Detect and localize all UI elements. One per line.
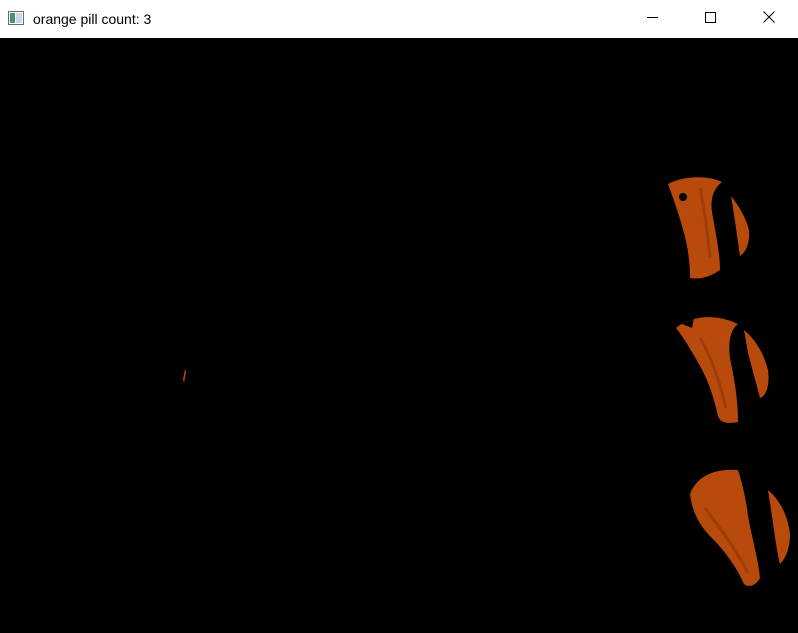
minimize-icon — [646, 10, 658, 28]
close-button[interactable] — [740, 0, 798, 38]
close-icon — [763, 10, 775, 28]
minimize-button[interactable] — [623, 0, 681, 38]
maximize-icon — [704, 10, 716, 28]
opencv-window-icon — [8, 11, 24, 25]
window-title: orange pill count: 3 — [33, 11, 152, 27]
app-window: orange pill count: 3 — [0, 0, 798, 633]
mask-image-canvas — [0, 38, 798, 633]
maximize-button[interactable] — [681, 0, 739, 38]
title-bar[interactable]: orange pill count: 3 — [0, 0, 798, 38]
